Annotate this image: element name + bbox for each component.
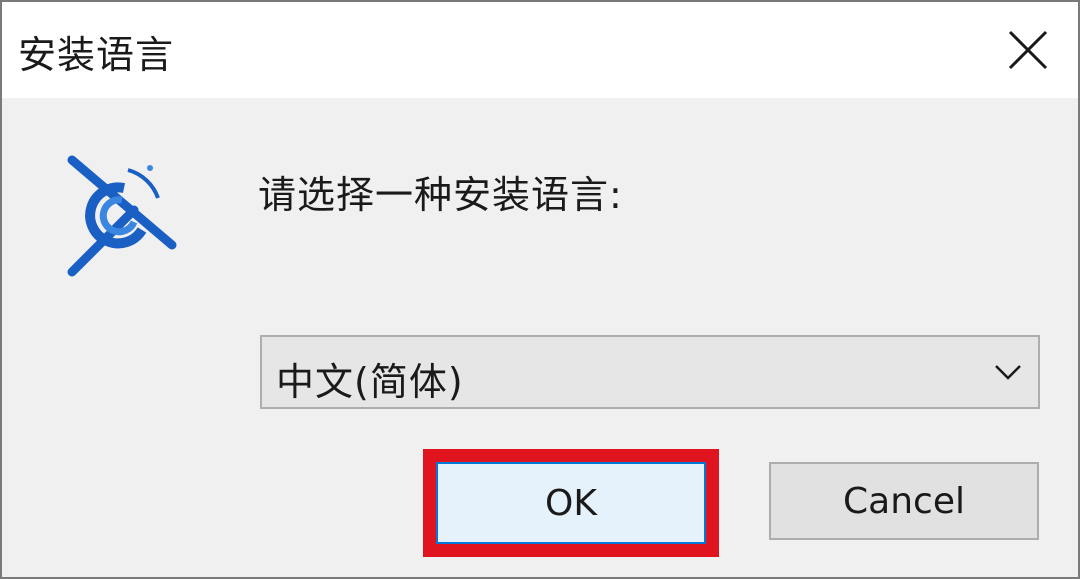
window-title: 安装语言	[18, 33, 175, 77]
installer-language-dialog: 安装语言 请选择一种安装语言: 中文(简体) OK Cancel	[0, 0, 1080, 579]
ok-button[interactable]: OK	[436, 462, 706, 544]
app-logo-icon	[62, 150, 182, 280]
close-icon	[1008, 30, 1048, 70]
close-button[interactable]	[978, 2, 1078, 98]
title-bar: 安装语言	[2, 2, 1078, 98]
language-select-value: 中文(简体)	[276, 360, 464, 404]
prompt-text: 请选择一种安装语言:	[258, 173, 623, 217]
language-select[interactable]: 中文(简体)	[260, 335, 1040, 409]
cancel-button[interactable]: Cancel	[769, 462, 1039, 540]
chevron-down-icon	[995, 365, 1021, 380]
